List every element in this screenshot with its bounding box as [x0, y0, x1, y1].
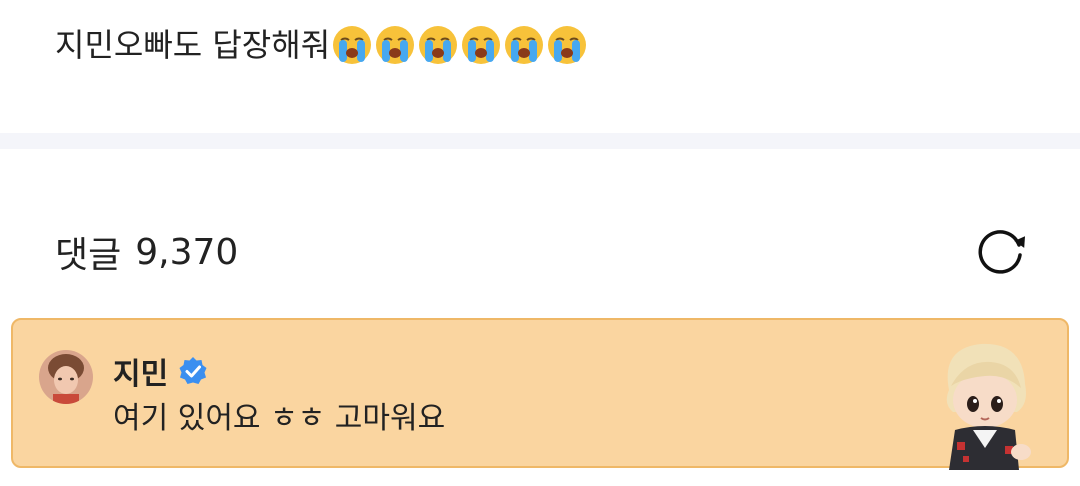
comment-author-row: 지민: [113, 348, 208, 394]
character-sticker: [946, 343, 1031, 470]
emoji-row: [332, 25, 590, 65]
loudly-crying-face-icon: [505, 26, 544, 64]
refresh-button[interactable]: [974, 224, 1032, 276]
comment-author-name[interactable]: 지민: [113, 349, 168, 393]
verified-badge-icon: [179, 357, 207, 384]
pinned-comment-card[interactable]: 지민 여기 있어요 ㅎㅎ 고마워요: [11, 318, 1069, 470]
post-text-line: 지민오빠도 답장해줘: [55, 22, 590, 68]
loudly-crying-face-icon: [419, 26, 458, 64]
loudly-crying-face-icon: [333, 26, 372, 64]
post-text: 지민오빠도 답장해줘: [55, 26, 331, 64]
comment-text: 여기 있어요 ㅎㅎ 고마워요: [113, 401, 446, 436]
loudly-crying-face-icon: [462, 26, 501, 64]
loudly-crying-face-icon: [548, 26, 587, 64]
avatar[interactable]: [39, 350, 93, 404]
comments-count: 9,370: [135, 231, 239, 273]
loudly-crying-face-icon: [376, 26, 415, 64]
section-divider: [0, 133, 1080, 149]
avatar-image: [39, 350, 93, 404]
refresh-icon: [978, 230, 1026, 274]
comments-header: 댓글 9,370: [55, 226, 238, 278]
comments-label: 댓글: [55, 235, 122, 276]
